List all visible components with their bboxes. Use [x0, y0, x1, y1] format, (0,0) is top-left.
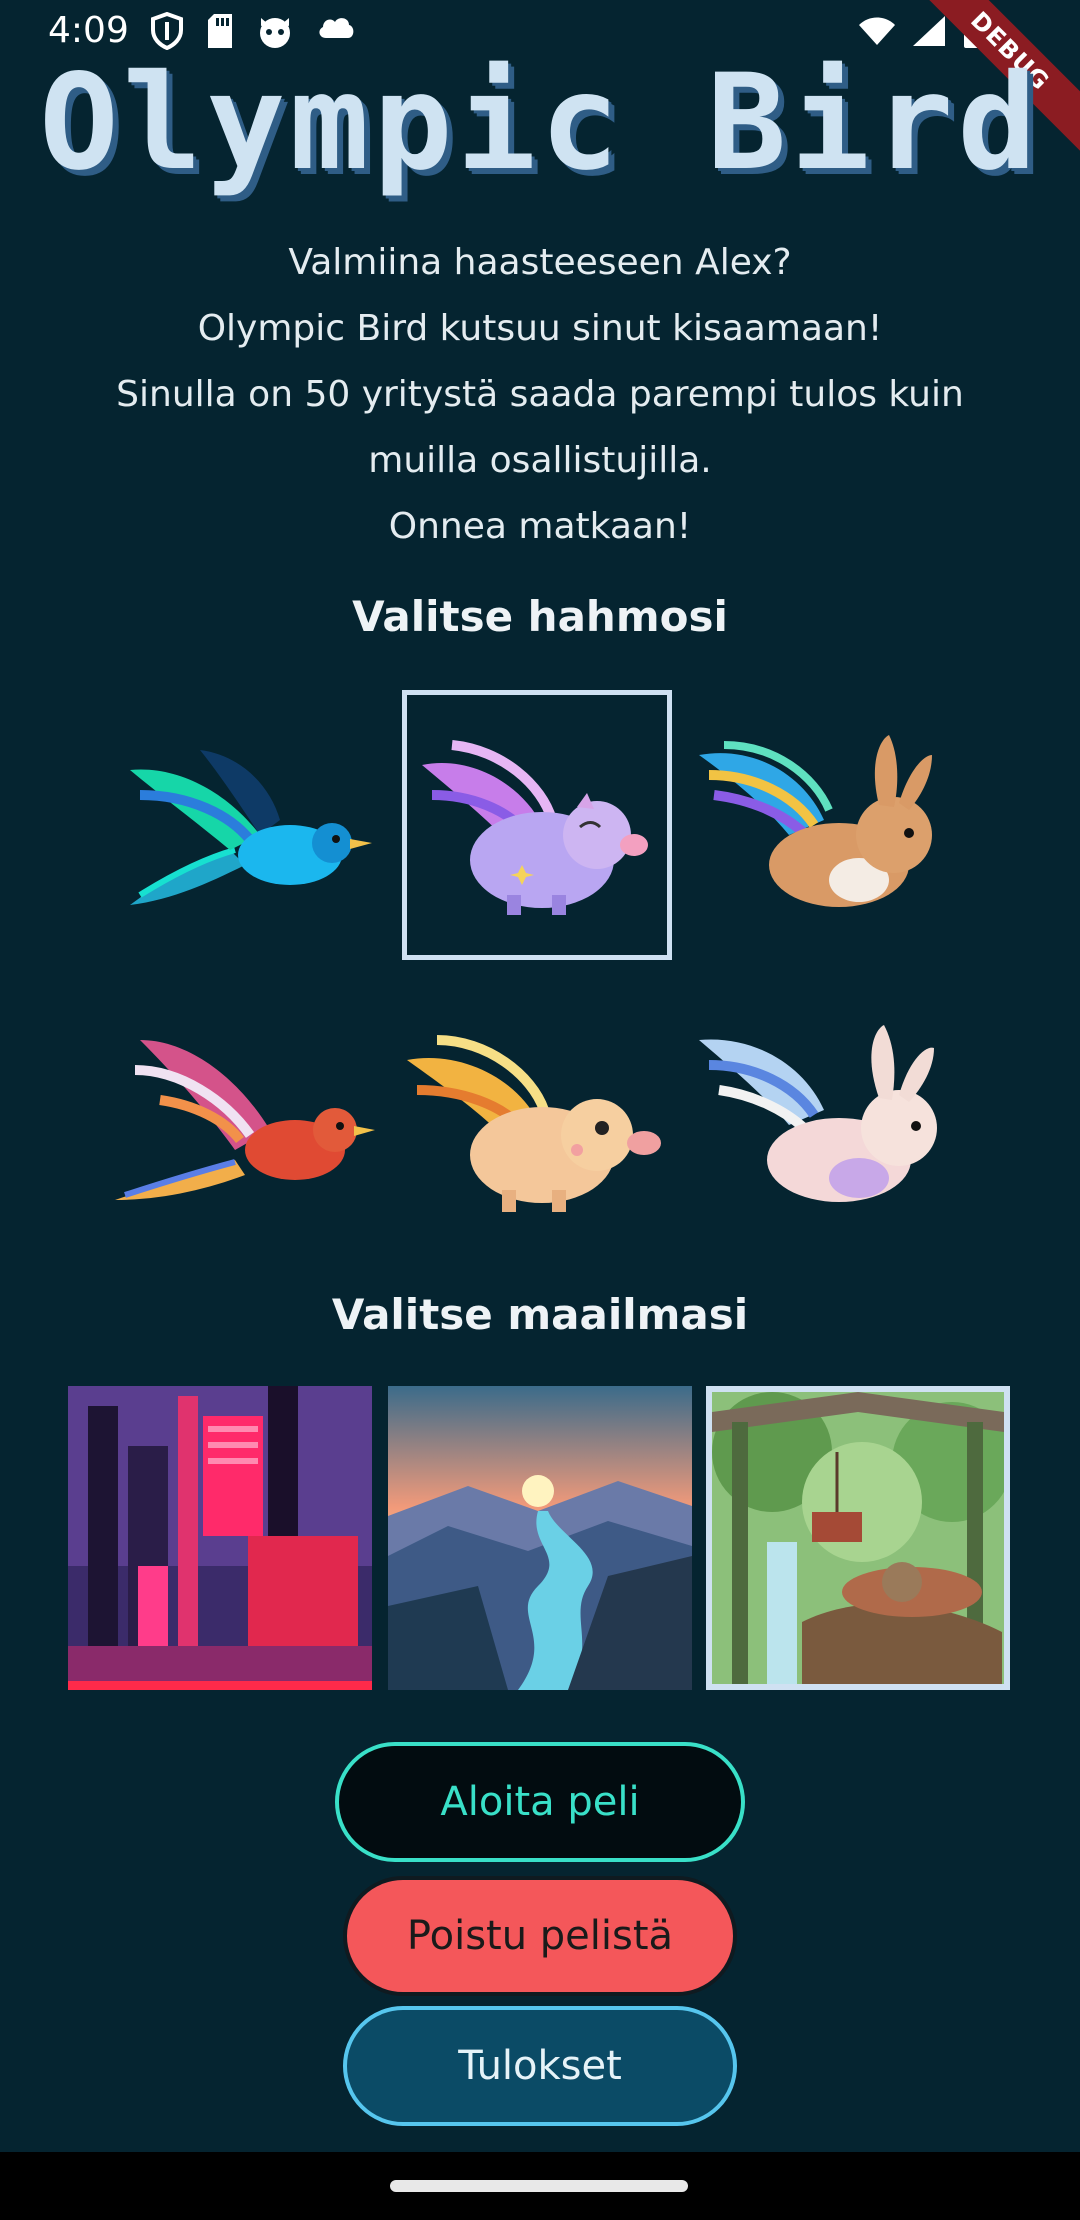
character-option-white-bunny[interactable] [694, 980, 964, 1250]
flying-pig-gold-icon [407, 1035, 661, 1212]
shield-icon [151, 12, 183, 50]
character-option-purple-pig[interactable] [402, 690, 672, 960]
home-gesture-handle[interactable] [390, 2180, 688, 2192]
worlds-heading: Valitse maailmasi [331, 1290, 749, 1339]
intro-line: Sinulla on 50 yritystä saada parempi tul… [116, 374, 964, 415]
intro-line: muilla osallistujilla. [368, 440, 712, 481]
character-option-red-bird[interactable] [110, 980, 380, 1250]
wifi-icon [859, 17, 895, 45]
winged-bunny-brown-icon [699, 735, 932, 907]
world-option-sunset-valley[interactable] [388, 1386, 692, 1690]
cat-icon [260, 18, 290, 48]
status-time: 4:09 [48, 10, 129, 51]
signal-icon [913, 16, 945, 46]
system-navigation-bar [0, 2152, 1080, 2220]
cloud-icon [319, 18, 354, 38]
cyberpunk-city-icon [68, 1386, 372, 1690]
red-bird-icon [115, 1040, 375, 1200]
intro-line: Valmiina haasteeseen Alex? [288, 242, 792, 283]
intro-line: Olympic Bird kutsuu sinut kisaamaan! [197, 308, 883, 349]
winged-bunny-white-icon [699, 1025, 937, 1202]
flying-pig-purple-icon [422, 740, 648, 915]
characters-heading: Valitse hahmosi [352, 592, 728, 641]
character-option-blue-bird[interactable] [110, 690, 380, 960]
character-option-brown-bunny[interactable] [694, 690, 964, 960]
sunset-valley-icon [388, 1386, 692, 1690]
results-button[interactable]: Tulokset [343, 2006, 737, 2126]
character-option-gold-pig[interactable] [402, 980, 672, 1250]
exit-game-button[interactable]: Poistu pelistä [343, 1876, 737, 1996]
start-game-button[interactable]: Aloita peli [335, 1742, 745, 1862]
world-option-cyberpunk[interactable] [68, 1386, 372, 1690]
intro-text: Valmiina haasteeseen Alex? Olympic Bird … [40, 230, 1040, 560]
app-title: Olympic Bird [39, 46, 1041, 200]
intro-line: Onnea matkaan! [388, 506, 692, 547]
jungle-ruins-icon [712, 1392, 1004, 1684]
blue-bird-icon [130, 750, 372, 905]
sd-card-icon [208, 14, 232, 48]
world-option-jungle-ruins[interactable] [706, 1386, 1010, 1690]
notification-icons [150, 12, 356, 50]
